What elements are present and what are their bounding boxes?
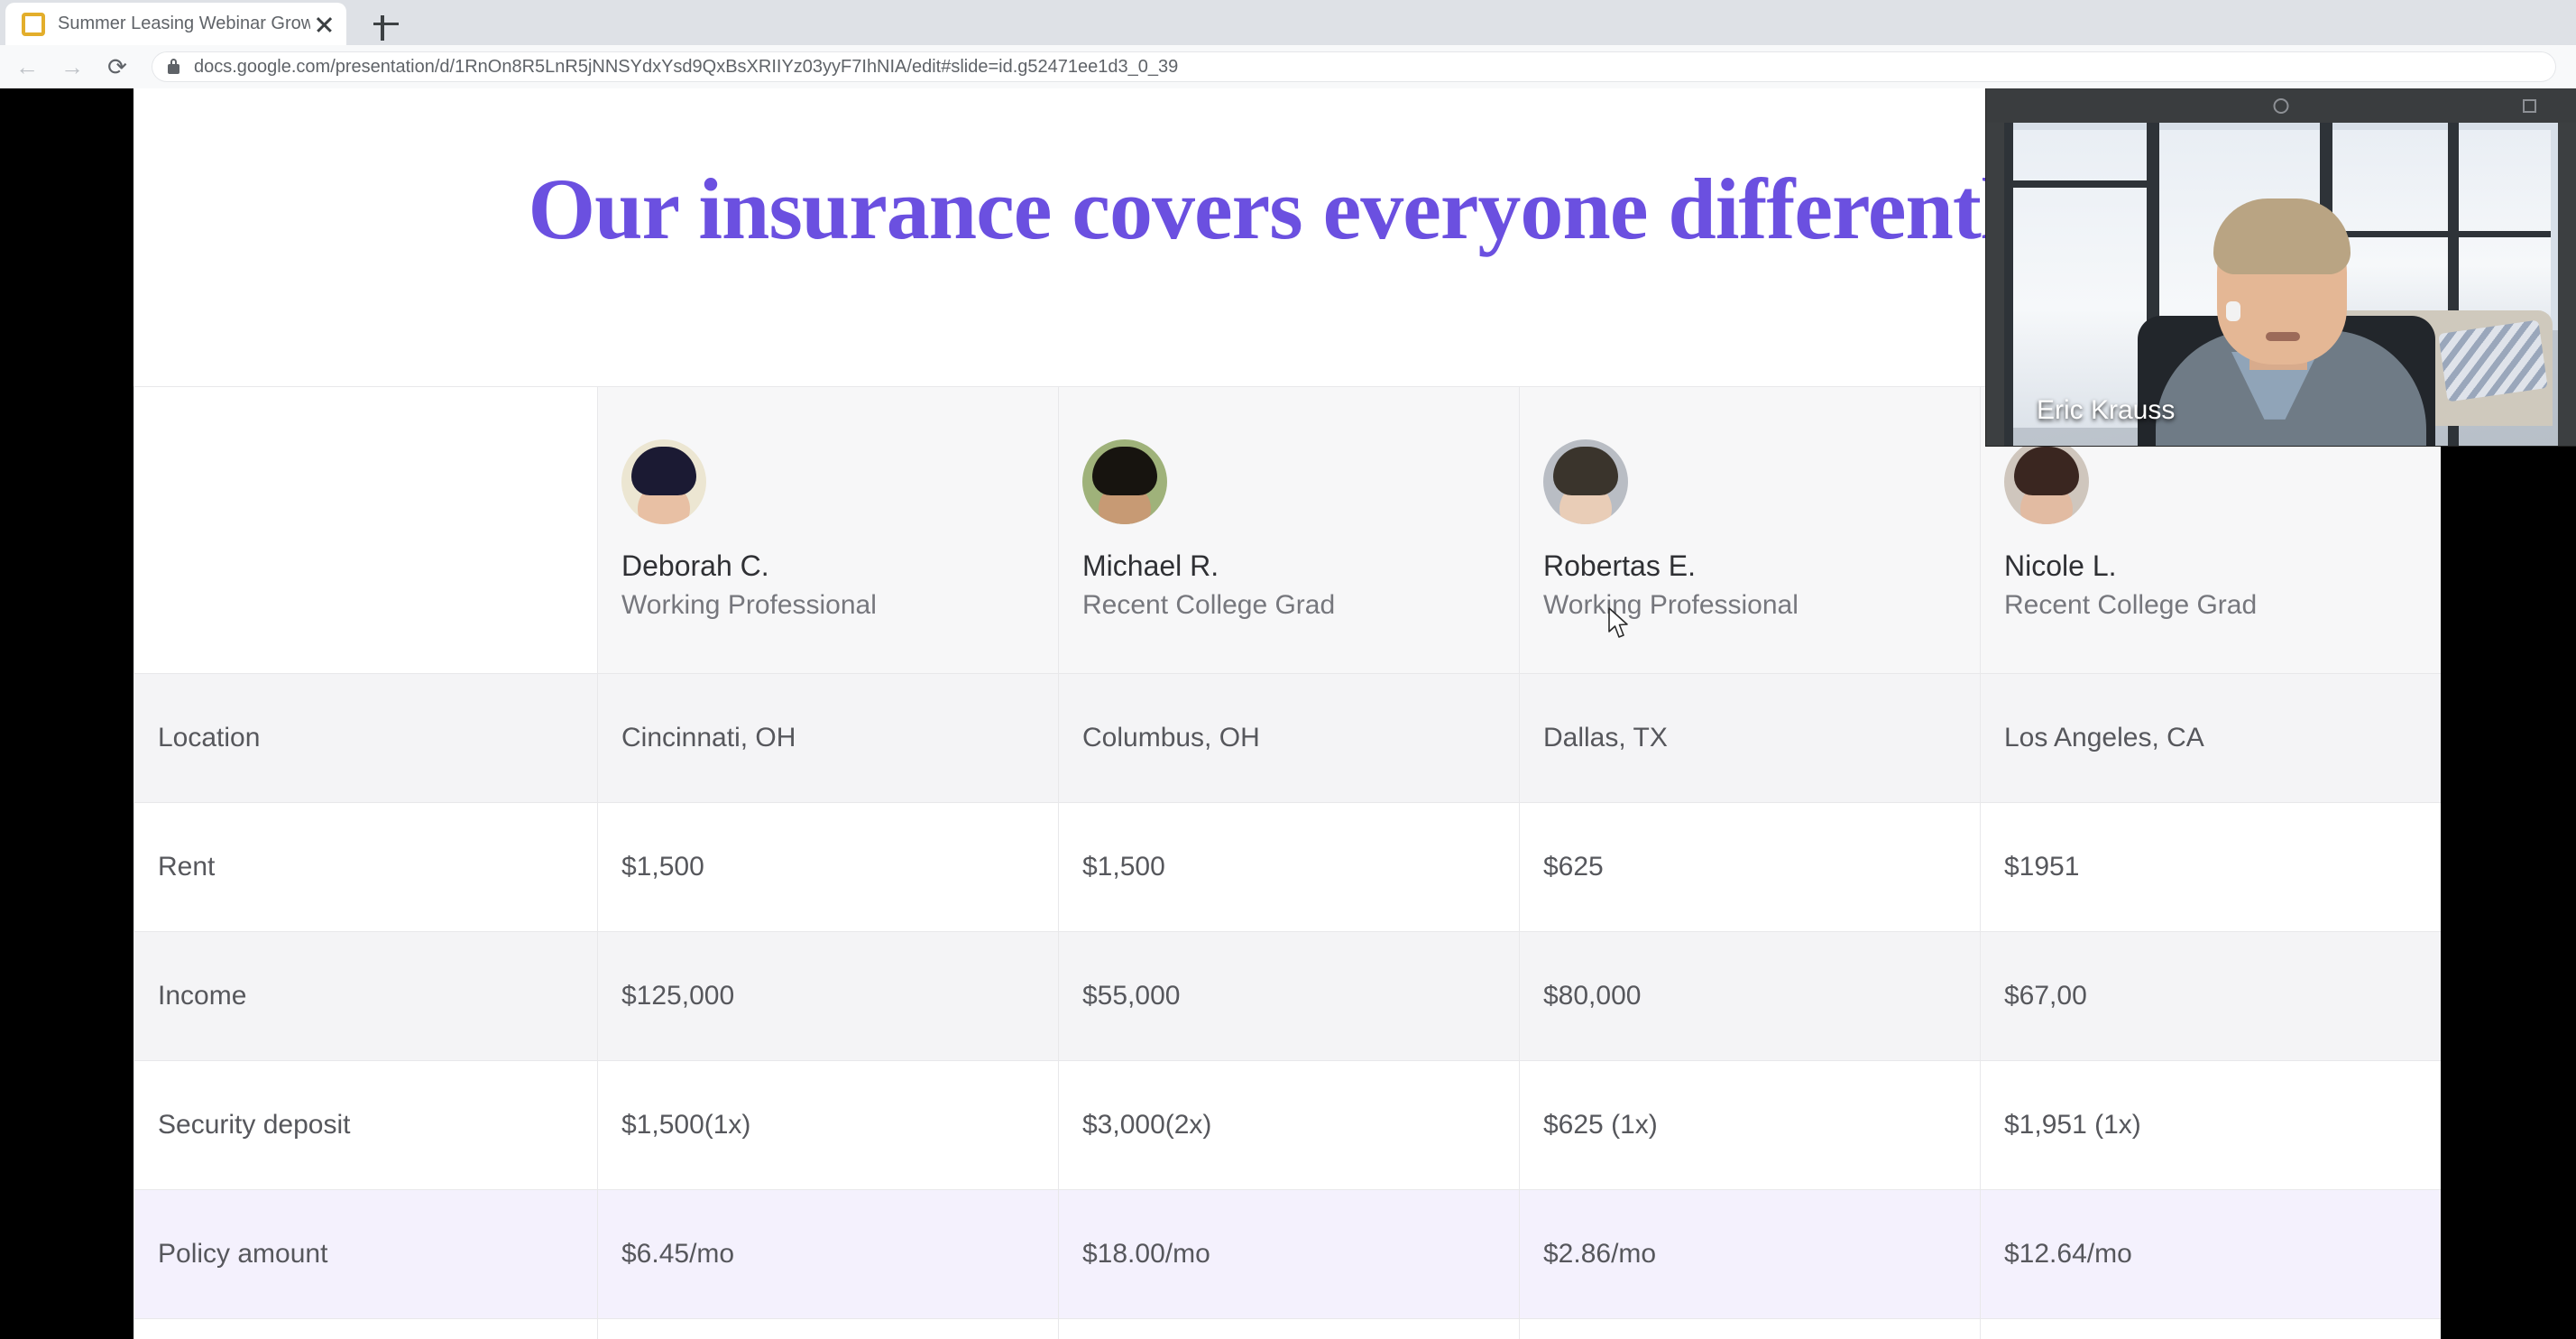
row-label: Credit (133, 1318, 598, 1339)
persona-role: Working Professional (1543, 590, 1799, 620)
table-cell: $1,500 (1058, 802, 1520, 932)
table-cell: $1,500 (597, 802, 1059, 932)
address-bar-url: docs.google.com/presentation/d/1RnOn8R5L… (194, 56, 1179, 77)
persona-role: Working Professional (621, 590, 877, 620)
avatar (1082, 439, 1167, 524)
table-cell: Fair / >580 (1058, 1318, 1520, 1339)
persona-role: Recent College Grad (1082, 590, 1336, 620)
row-label: Rent (133, 802, 598, 932)
browser-tab[interactable]: Summer Leasing Webinar Growth (5, 3, 346, 45)
browser-tabstrip: Summer Leasing Webinar Growth (0, 0, 2576, 45)
table-cell: $18.00/mo (1058, 1189, 1520, 1319)
comparison-table: Deborah C. Working Professional Michael R.… (133, 386, 2441, 1339)
table-cell: None (1980, 1318, 2441, 1339)
table-cell: $1,951 (1x) (1980, 1060, 2441, 1190)
table-cell: $6.45/mo (597, 1189, 1059, 1319)
table-cell: $67,00 (1980, 931, 2441, 1061)
table-row: Income $125,000 $55,000 $80,000 $67,00 (133, 931, 2441, 1061)
table-cell: $125,000 (597, 931, 1059, 1061)
table-row: Rent $1,500 $1,500 $625 $1951 (133, 802, 2441, 932)
table-cell: $625 (1519, 802, 1981, 932)
webcam-participant-name: Eric Krauss (2037, 395, 2176, 425)
table-cell: $1951 (1980, 802, 2441, 932)
persona-role: Recent College Grad (2004, 590, 2258, 620)
persona-name: Michael R. (1082, 549, 1219, 582)
browser-toolbar: ← → ⟳ docs.google.com/presentation/d/1Rn… (0, 45, 2576, 88)
browser-chrome: Summer Leasing Webinar Growth ← → ⟳ docs… (0, 0, 2576, 88)
persona-name: Deborah C. (621, 549, 769, 582)
table-cell: $12.64/mo (1980, 1189, 2441, 1319)
table-row: CreditVery good / >700Fair / >580Good / … (133, 1318, 2441, 1339)
table-cell: $80,000 (1519, 931, 1981, 1061)
close-icon[interactable] (310, 11, 337, 38)
presentation-viewport[interactable]: Our insurance covers everyone differentl… (0, 88, 2576, 1339)
slides-icon (22, 12, 45, 36)
row-label: Policy amount (133, 1189, 598, 1319)
table-cell: Dallas, TX (1519, 673, 1981, 803)
persona-name: Robertas E. (1543, 549, 1696, 582)
table-row: Policy amount $6.45/mo $18.00/mo $2.86/mo $1… (133, 1189, 2441, 1319)
webcam-titlebar[interactable] (1986, 88, 2576, 123)
webcam-overlay[interactable]: Eric Krauss (1986, 88, 2576, 446)
webcam-video: Eric Krauss (2004, 123, 2558, 446)
table-cell: Good / >675 (1519, 1318, 1981, 1339)
table-cell: Columbus, OH (1058, 673, 1520, 803)
back-button[interactable]: ← (9, 49, 45, 85)
avatar (1543, 439, 1628, 524)
table-cell: $3,000(2x) (1058, 1060, 1520, 1190)
table-cell: $1,500(1x) (597, 1060, 1059, 1190)
persona-header-cell: Deborah C. Working Professional (597, 386, 1059, 674)
persona-header-cell: Robertas E. Working Professional (1519, 386, 1981, 674)
persona-name: Nicole L. (2004, 549, 2117, 582)
avatar (2004, 439, 2089, 524)
table-cell: Cincinnati, OH (597, 673, 1059, 803)
table-cell: Los Angeles, CA (1980, 673, 2441, 803)
table-corner-cell (133, 386, 598, 674)
table-row: Location Cincinnati, OH Columbus, OH Dallas… (133, 673, 2441, 803)
table-row: Security deposit $1,500(1x) $3,000(2x) $625… (133, 1060, 2441, 1190)
table-cell: $55,000 (1058, 931, 1520, 1061)
record-circle-icon[interactable] (2273, 98, 2289, 114)
reload-button[interactable]: ⟳ (99, 49, 135, 85)
table-cell: $2.86/mo (1519, 1189, 1981, 1319)
new-tab-button[interactable] (370, 8, 402, 41)
persona-header-cell: Michael R. Recent College Grad (1058, 386, 1520, 674)
restore-window-icon[interactable] (2523, 99, 2536, 113)
row-label: Income (133, 931, 598, 1061)
address-bar[interactable]: docs.google.com/presentation/d/1RnOn8R5L… (152, 51, 2556, 82)
avatar (621, 439, 706, 524)
screen-root: Summer Leasing Webinar Growth ← → ⟳ docs… (0, 0, 2576, 1339)
comparison-table-body: Deborah C. Working Professional Michael R.… (133, 386, 2441, 1339)
lock-icon (168, 58, 179, 74)
forward-button[interactable]: → (54, 49, 90, 85)
row-label: Security deposit (133, 1060, 598, 1190)
row-label: Location (133, 673, 598, 803)
browser-tab-title: Summer Leasing Webinar Growth (58, 14, 310, 33)
table-cell: $625 (1x) (1519, 1060, 1981, 1190)
table-cell: Very good / >700 (597, 1318, 1059, 1339)
